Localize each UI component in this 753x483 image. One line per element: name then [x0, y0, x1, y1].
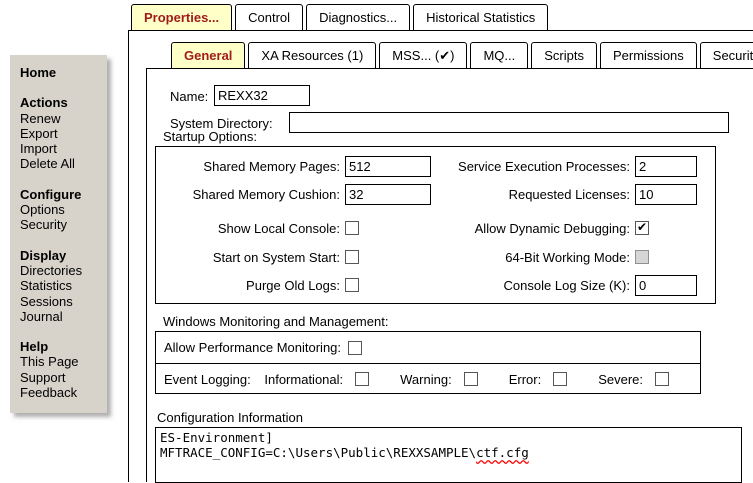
error-checkbox[interactable] — [553, 372, 567, 386]
shared-memory-cushion-label: Shared Memory Cushion: — [156, 187, 342, 202]
shared-memory-pages-input[interactable] — [345, 156, 431, 177]
primary-tab-bar: Properties... Control Diagnostics... His… — [131, 4, 548, 31]
shared-memory-pages-label: Shared Memory Pages: — [156, 159, 342, 174]
performance-monitoring-row: Allow Performance Monitoring: — [156, 332, 700, 363]
secondary-tab-bar: General XA Resources (1) MSS... (✔) MQ..… — [171, 42, 753, 69]
sidebar: Home Actions Renew Export Import Delete … — [10, 55, 107, 413]
sidebar-spacer — [20, 80, 103, 95]
purge-old-logs-label: Purge Old Logs: — [156, 278, 342, 293]
console-log-size-label: Console Log Size (K): — [454, 278, 632, 293]
startup-row-memory-cushion: Shared Memory Cushion: Requested License… — [156, 183, 715, 205]
start-on-system-start-label: Start on System Start: — [156, 250, 342, 265]
sidebar-section-display: Display — [20, 248, 103, 263]
name-input[interactable] — [214, 85, 310, 106]
event-logging-row: Event Logging: Informational: Warning: E… — [156, 363, 700, 394]
windows-monitoring-title: Windows Monitoring and Management: — [163, 314, 388, 329]
allow-dynamic-debugging-label: Allow Dynamic Debugging: — [454, 221, 632, 236]
64bit-working-mode-label: 64-Bit Working Mode: — [454, 250, 632, 265]
shared-memory-cushion-input[interactable] — [345, 184, 431, 205]
startup-row-console-debugging: Show Local Console: Allow Dynamic Debugg… — [156, 217, 715, 239]
allow-dynamic-debugging-checkbox[interactable] — [635, 221, 649, 235]
show-local-console-checkbox[interactable] — [345, 221, 359, 235]
tab-mq[interactable]: MQ... — [470, 42, 528, 69]
system-directory-input[interactable] — [289, 112, 729, 133]
startup-row-memory-pages: Shared Memory Pages: Service Execution P… — [156, 155, 715, 177]
sidebar-item-renew[interactable]: Renew — [20, 111, 103, 126]
sidebar-section-actions: Actions — [20, 95, 103, 110]
esmac-server-properties-page: { "sidebar": { "items": [ {"label": "Hom… — [0, 0, 753, 481]
sidebar-spacer — [20, 233, 103, 248]
tab-permissions[interactable]: Permissions — [600, 42, 697, 69]
sidebar-item-home[interactable]: Home — [20, 65, 103, 80]
sidebar-item-export[interactable]: Export — [20, 126, 103, 141]
show-local-console-label: Show Local Console: — [156, 221, 342, 236]
sidebar-item-options[interactable]: Options — [20, 202, 103, 217]
sidebar-spacer — [20, 324, 103, 339]
event-logging-error: Error: — [509, 372, 568, 387]
startup-row-logs: Purge Old Logs: Console Log Size (K): — [156, 274, 715, 296]
allow-performance-monitoring-checkbox[interactable] — [348, 341, 362, 355]
startup-options-group: Shared Memory Pages: Service Execution P… — [155, 146, 716, 304]
startup-options-title: Startup Options: — [163, 129, 257, 144]
sidebar-item-feedback[interactable]: Feedback — [20, 385, 103, 400]
configuration-information-label: Configuration Information — [157, 410, 303, 425]
tab-historical-statistics[interactable]: Historical Statistics — [413, 4, 548, 31]
configuration-line: MFTRACE_CONFIG=C:\Users\Public\REXXSAMPL… — [160, 445, 737, 460]
windows-monitoring-group: Allow Performance Monitoring: Event Logg… — [155, 331, 701, 394]
event-logging-severe: Severe: — [598, 372, 669, 387]
tab-security[interactable]: Security — [700, 42, 753, 69]
sidebar-item-this-page[interactable]: This Page — [20, 354, 103, 369]
requested-licenses-label: Requested Licenses: — [454, 187, 632, 202]
sidebar-item-journal[interactable]: Journal — [20, 309, 103, 324]
64bit-working-mode-checkbox — [635, 250, 649, 264]
sidebar-section-configure: Configure — [20, 187, 103, 202]
event-logging-informational: Informational: — [264, 372, 369, 387]
service-execution-processes-label: Service Execution Processes: — [454, 159, 632, 174]
sidebar-item-sessions[interactable]: Sessions — [20, 294, 103, 309]
service-execution-processes-input[interactable] — [635, 156, 697, 177]
event-logging-warning: Warning: — [400, 372, 478, 387]
tab-general[interactable]: General — [171, 42, 245, 69]
warning-label: Warning: — [400, 372, 452, 387]
configuration-line: ES-Environment] — [160, 430, 737, 445]
sidebar-spacer — [20, 172, 103, 187]
sidebar-item-security[interactable]: Security — [20, 217, 103, 232]
sidebar-item-directories[interactable]: Directories — [20, 263, 103, 278]
startup-row-system-start-64bit: Start on System Start: 64-Bit Working Mo… — [156, 246, 715, 268]
informational-label: Informational: — [264, 372, 343, 387]
severe-checkbox[interactable] — [655, 372, 669, 386]
tab-xa-resources[interactable]: XA Resources (1) — [248, 42, 376, 69]
tab-control[interactable]: Control — [235, 4, 303, 31]
misspelled-word: ctf.cfg — [476, 445, 529, 460]
name-label: Name: — [170, 89, 208, 104]
sidebar-item-support[interactable]: Support — [20, 370, 103, 385]
tab-mss[interactable]: MSS... (✔) — [379, 42, 467, 69]
allow-performance-monitoring-label: Allow Performance Monitoring: — [164, 340, 341, 355]
severe-label: Severe: — [598, 372, 643, 387]
start-on-system-start-checkbox[interactable] — [345, 250, 359, 264]
warning-checkbox[interactable] — [464, 372, 478, 386]
tab-diagnostics[interactable]: Diagnostics... — [306, 4, 410, 31]
requested-licenses-input[interactable] — [635, 184, 697, 205]
sidebar-item-delete-all[interactable]: Delete All — [20, 156, 103, 171]
console-log-size-input[interactable] — [635, 275, 697, 296]
configuration-textbox[interactable]: ES-Environment] MFTRACE_CONFIG=C:\Users\… — [155, 427, 742, 483]
sidebar-item-import[interactable]: Import — [20, 141, 103, 156]
purge-old-logs-checkbox[interactable] — [345, 278, 359, 292]
error-label: Error: — [509, 372, 542, 387]
informational-checkbox[interactable] — [355, 372, 369, 386]
tab-properties[interactable]: Properties... — [131, 4, 232, 31]
event-logging-label: Event Logging: — [164, 372, 264, 387]
sidebar-section-help: Help — [20, 339, 103, 354]
sidebar-item-statistics[interactable]: Statistics — [20, 278, 103, 293]
tab-scripts[interactable]: Scripts — [531, 42, 597, 69]
